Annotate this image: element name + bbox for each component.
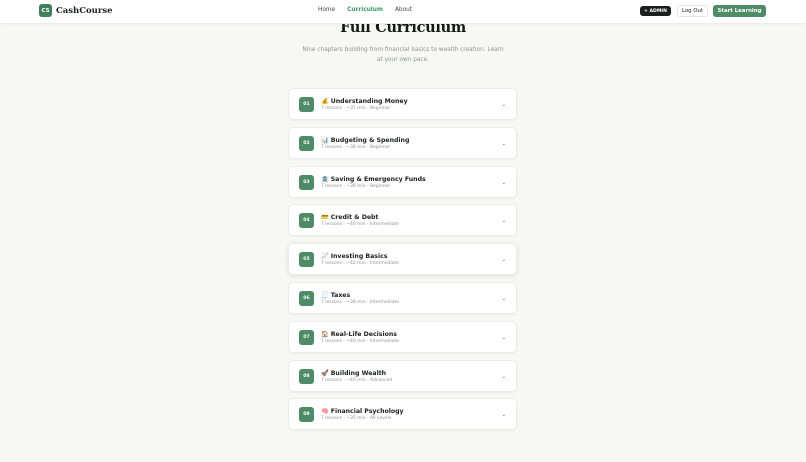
- chapter-title-text: Understanding Money: [330, 98, 408, 105]
- chapter-title: 💰 Understanding Money: [321, 97, 408, 105]
- chapter-title-text: Taxes: [330, 292, 351, 299]
- chapter-number-badge: 03: [299, 174, 314, 190]
- chapter-title: 📈 Investing Basics: [321, 252, 387, 260]
- chapter-card[interactable]: 08 🚀 Building Wealth 7 lessons · ~40 min · …: [288, 359, 517, 392]
- chapter-emoji-icon: 📊: [321, 136, 329, 144]
- chapter-number-badge: 04: [299, 213, 314, 229]
- chapter-card[interactable]: 02 📊 Budgeting & Spending 7 lessons · ~38 m…: [288, 126, 517, 159]
- chapter-number-badge: 02: [299, 135, 314, 151]
- chapter-title-text: Financial Psychology: [330, 408, 404, 416]
- chevron-down-icon[interactable]: ⌄: [502, 296, 506, 302]
- chapter-card[interactable]: 07 🏠 Real-Life Decisions 7 lessons · ~40 mi…: [288, 320, 517, 353]
- chapter-meta: 7 lessons · ~38 min · Intermediate: [321, 300, 399, 305]
- chapter-meta: 7 lessons · ~36 min · Beginner: [321, 183, 391, 189]
- chevron-down-icon[interactable]: ⌄: [502, 412, 506, 418]
- chapter-meta: 7 lessons · ~35 min · All Levels: [321, 416, 392, 422]
- chapter-emoji-icon: 🧾: [321, 292, 329, 299]
- chapter-emoji-icon: 🏦: [321, 175, 329, 183]
- chapter-title: 🚀 Building Wealth: [321, 369, 386, 377]
- chapter-emoji-icon: 💳: [321, 214, 329, 222]
- chapter-emoji-icon: 💰: [321, 98, 329, 105]
- chapter-title-text: Credit & Debt: [330, 214, 379, 222]
- chapter-card[interactable]: 09 🧠 Financial Psychology 7 lessons · ~35 m…: [288, 398, 517, 431]
- chapter-card[interactable]: 06 🧾 Taxes 7 lessons · ~38 min · Intermedia…: [288, 282, 517, 314]
- chevron-down-icon[interactable]: ⌄: [502, 374, 506, 380]
- chapter-card[interactable]: 04 💳 Credit & Debt 7 lessons · ~40 min · In…: [288, 204, 517, 237]
- top-nav-bar: CS CashCourse Home Curriculum About + AD…: [0, 0, 806, 24]
- admin-button[interactable]: + ADMIN: [640, 6, 671, 16]
- chapter-title-text: Real-Life Decisions: [330, 330, 397, 338]
- chapter-emoji-icon: 📈: [321, 253, 329, 261]
- logout-button[interactable]: Log Out: [677, 5, 708, 17]
- chapter-title: 🏦 Saving & Emergency Funds: [321, 175, 426, 183]
- chapter-card[interactable]: 01 💰 Understanding Money 7 lessons · ~35 mi…: [288, 88, 517, 120]
- chapter-number-badge: 06: [299, 291, 314, 306]
- chapter-title: 📊 Budgeting & Spending: [321, 136, 409, 144]
- chapter-number-badge: 09: [299, 407, 314, 423]
- chapter-meta: 7 lessons · ~40 min · Intermediate: [321, 338, 399, 344]
- logo-mark-icon: CS: [39, 4, 52, 17]
- chapter-title-text: Saving & Emergency Funds: [330, 175, 426, 183]
- chapter-title: 🧠 Financial Psychology: [321, 407, 404, 415]
- brand-logo[interactable]: CS CashCourse: [39, 4, 113, 17]
- chapter-meta: 7 lessons · ~40 min · Advanced: [321, 377, 393, 383]
- nav-home[interactable]: Home: [318, 6, 335, 14]
- chevron-down-icon[interactable]: ⌄: [502, 180, 506, 186]
- chapter-card[interactable]: 05 📈 Investing Basics 7 lessons · ~42 min ·…: [288, 243, 517, 276]
- chapter-emoji-icon: 🚀: [321, 369, 329, 377]
- chevron-down-icon[interactable]: ⌄: [502, 335, 506, 341]
- page-subtitle: Nine chapters building from financial ba…: [302, 47, 504, 63]
- chapter-meta: 7 lessons · ~38 min · Beginner: [321, 144, 391, 150]
- chapter-emoji-icon: 🧠: [321, 408, 329, 416]
- chapter-number-badge: 01: [299, 97, 314, 112]
- chapter-title-text: Budgeting & Spending: [330, 136, 410, 144]
- chapter-title-text: Building Wealth: [330, 369, 387, 377]
- start-learning-button[interactable]: Start Learning: [713, 5, 766, 17]
- chevron-down-icon[interactable]: ⌄: [502, 141, 506, 147]
- chapter-number-badge: 07: [299, 329, 314, 345]
- chapter-meta: 7 lessons · ~35 min · Beginner: [321, 106, 391, 111]
- chevron-down-icon[interactable]: ⌄: [502, 218, 506, 224]
- nav-about[interactable]: About: [395, 6, 412, 14]
- brand-name: CashCourse: [56, 5, 113, 16]
- nav-curriculum[interactable]: Curriculum: [347, 6, 383, 14]
- chapter-emoji-icon: 🏠: [321, 330, 329, 338]
- chapter-number-badge: 05: [299, 252, 314, 268]
- chevron-down-icon[interactable]: ⌄: [502, 102, 506, 108]
- chapter-meta: 7 lessons · ~40 min · Intermediate: [321, 222, 399, 228]
- chapter-title: 💳 Credit & Debt: [321, 213, 378, 221]
- chevron-down-icon[interactable]: ⌄: [502, 257, 506, 263]
- main-nav: Home Curriculum About: [318, 6, 412, 14]
- chapter-number-badge: 08: [299, 368, 314, 384]
- chapter-title-text: Investing Basics: [330, 253, 388, 261]
- chapter-title: 🏠 Real-Life Decisions: [321, 330, 397, 338]
- chapter-title: 🧾 Taxes: [321, 291, 350, 299]
- chapter-card[interactable]: 03 🏦 Saving & Emergency Funds 7 lessons · ~…: [288, 165, 517, 198]
- chapter-meta: 7 lessons · ~42 min · Intermediate: [321, 261, 399, 267]
